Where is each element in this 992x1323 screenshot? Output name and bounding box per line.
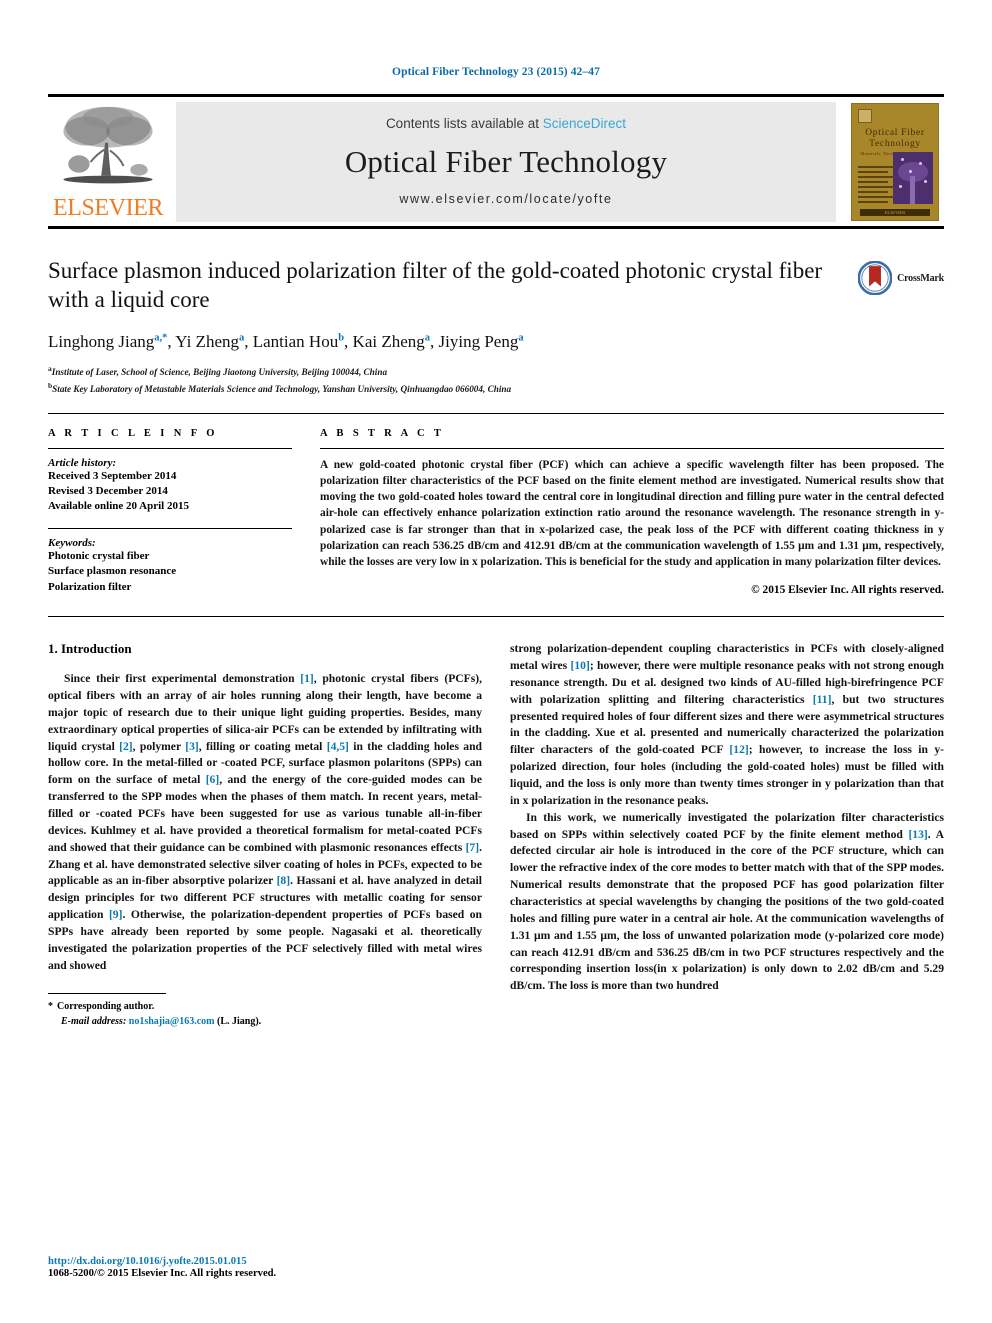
masthead-bottom-rule	[48, 226, 944, 229]
journal-title: Optical Fiber Technology	[344, 143, 668, 179]
author-list: Linghong Jianga,*, Yi Zhenga, Lantian Ho…	[48, 332, 524, 352]
info-abstract-row: A R T I C L E I N F O Article history: R…	[48, 428, 944, 596]
asterisk-icon: *	[48, 1000, 53, 1012]
history-revised: Revised 3 December 2014	[48, 484, 168, 497]
journal-masthead: ELSEVIER Contents lists available at Sci…	[48, 94, 944, 222]
sciencedirect-link[interactable]: ScienceDirect	[543, 116, 626, 131]
page-title: Surface plasmon induced polarization fil…	[48, 258, 823, 312]
history-available: Available online 20 April 2015	[48, 500, 189, 513]
crossmark-badge[interactable]: CrossMark	[858, 261, 944, 295]
page-footer: http://dx.doi.org/10.1016/j.yofte.2015.0…	[48, 1256, 488, 1279]
keywords-rule	[48, 528, 292, 530]
abstract-heading: A B S T R A C T	[320, 427, 445, 439]
email-label: E-mail address:	[61, 1015, 127, 1027]
elsevier-tree-icon	[63, 106, 153, 184]
keyword-item: Photonic crystal fiber	[48, 550, 150, 563]
section-heading-introduction: 1. Introduction	[48, 641, 132, 657]
email-link[interactable]: no1shajia@163.com	[129, 1016, 215, 1027]
keywords-label: Keywords:	[48, 537, 96, 550]
copyright-line: © 2015 Elsevier Inc. All rights reserved…	[751, 584, 944, 597]
info-top-rule	[48, 412, 944, 414]
issn-copyright: 1068-5200/© 2015 Elsevier Inc. All right…	[48, 1268, 277, 1279]
abstract-column: A B S T R A C T A new gold-coated photon…	[310, 428, 944, 596]
doi-link[interactable]: http://dx.doi.org/10.1016/j.yofte.2015.0…	[48, 1256, 488, 1267]
body-columns: 1. Introduction Since their first experi…	[48, 641, 944, 1028]
body-paragraph: In this work, we numerically investigate…	[510, 810, 944, 993]
cover-footer: ELSEVIER	[852, 207, 938, 216]
article-history-label: Article history:	[48, 456, 117, 469]
cover-publisher-badge	[858, 109, 872, 123]
email-owner: (L. Jiang).	[216, 1015, 262, 1027]
abstract-bottom-rule	[48, 616, 944, 618]
right-column: strong polarization-dependent coupling c…	[510, 641, 944, 1028]
keyword-item: Polarization filter	[48, 580, 132, 593]
journal-url[interactable]: www.elsevier.com/locate/yofte	[399, 192, 612, 206]
affiliation-b: bState Key Laboratory of Metastable Mate…	[48, 380, 512, 394]
body-paragraph: Since their first experimental demonstra…	[48, 672, 482, 972]
email-note: E-mail address: no1shajia@163.com (L. Ji…	[48, 1014, 482, 1029]
abstract-rule	[320, 447, 944, 449]
article-info-column: A R T I C L E I N F O Article history: R…	[48, 428, 310, 596]
journal-band: Contents lists available at ScienceDirec…	[176, 102, 836, 222]
keywords-block: Keywords: Photonic crystal fiber Surface…	[48, 528, 292, 595]
history-received: Received 3 September 2014	[48, 469, 177, 482]
journal-cover-block: Optical Fiber Technology Materials, Devi…	[846, 102, 944, 222]
article-info-rule	[48, 447, 292, 449]
abstract-text: A new gold-coated photonic crystal fiber…	[320, 458, 944, 568]
journal-cover-image: Optical Fiber Technology Materials, Devi…	[851, 103, 939, 221]
cover-title-line2: Technology	[869, 139, 921, 149]
cover-artwork	[893, 152, 933, 204]
keyword-item: Surface plasmon resonance	[48, 565, 177, 578]
paper-page: Optical Fiber Technology 23 (2015) 42–47	[0, 0, 992, 1323]
article-info-heading: A R T I C L E I N F O	[48, 427, 218, 439]
affiliation-a: aInstitute of Laser, School of Science, …	[48, 364, 388, 378]
cover-title-line1: Optical Fiber	[865, 128, 925, 138]
crossmark-icon	[858, 261, 893, 295]
corresponding-author-note: * Corresponding author.	[48, 1000, 155, 1012]
crossmark-label: CrossMark	[897, 272, 944, 284]
left-column: 1. Introduction Since their first experi…	[48, 641, 482, 1028]
body-paragraph: strong polarization-dependent coupling c…	[510, 642, 945, 807]
footnote-block: * Corresponding author. E-mail address: n…	[48, 992, 482, 1029]
contents-available-line: Contents lists available at ScienceDirec…	[386, 116, 626, 131]
title-block: Surface plasmon induced polarization fil…	[48, 257, 944, 314]
elsevier-logo: ELSEVIER	[48, 102, 168, 222]
running-head: Optical Fiber Technology 23 (2015) 42–47	[392, 66, 600, 78]
contents-prefix: Contents lists available at	[385, 116, 543, 131]
elsevier-wordmark: ELSEVIER	[52, 195, 164, 221]
affiliation-list: aInstitute of Laser, School of Science, …	[48, 363, 944, 397]
cover-contents-lines	[858, 166, 894, 206]
footnote-rule	[48, 992, 166, 994]
